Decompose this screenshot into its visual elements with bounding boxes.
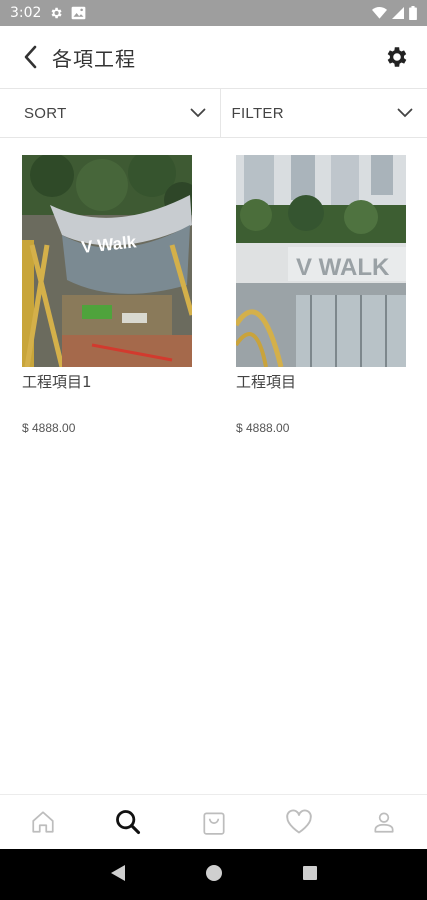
status-time: 3:02 bbox=[10, 5, 42, 21]
settings-notification-icon bbox=[49, 6, 63, 20]
sort-dropdown[interactable]: SORT bbox=[0, 89, 220, 137]
user-icon bbox=[374, 812, 394, 833]
shopping-bag-icon bbox=[202, 812, 225, 835]
system-navigation-bar bbox=[0, 849, 427, 900]
product-title: 工程項目1 bbox=[22, 373, 92, 391]
product-price: $ 4888.00 bbox=[22, 421, 76, 435]
triangle-back-icon bbox=[110, 864, 125, 881]
product-image[interactable]: V WALK bbox=[236, 155, 406, 367]
nav-cart[interactable] bbox=[171, 795, 256, 849]
chevron-down-icon bbox=[190, 108, 205, 118]
system-home-button[interactable] bbox=[205, 864, 223, 886]
status-bar: 3:02 bbox=[0, 0, 427, 26]
page-title: 各項工程 bbox=[52, 46, 136, 71]
home-icon bbox=[32, 811, 54, 833]
nav-profile[interactable] bbox=[342, 795, 427, 849]
signal-icon bbox=[392, 7, 404, 19]
image-sign-text: V WALK bbox=[296, 254, 390, 281]
sort-label: SORT bbox=[24, 104, 67, 122]
app-header: 各項工程 bbox=[0, 26, 427, 88]
nav-search[interactable] bbox=[85, 795, 170, 849]
product-card[interactable]: V WALK 工程項目 $ 4888.00 bbox=[236, 155, 408, 435]
battery-icon bbox=[409, 6, 417, 20]
image-notification-icon bbox=[71, 6, 86, 20]
sort-filter-bar: SORT FILTER bbox=[0, 88, 427, 138]
chevron-down-icon bbox=[397, 108, 413, 118]
search-icon bbox=[116, 810, 141, 835]
chevron-left-icon bbox=[24, 45, 37, 69]
nav-home[interactable] bbox=[0, 795, 85, 849]
product-card[interactable]: V Walk 工程項目1 $ 4888.00 bbox=[22, 155, 194, 435]
heart-icon bbox=[286, 809, 312, 834]
back-button[interactable] bbox=[10, 37, 50, 77]
circle-home-icon bbox=[205, 864, 222, 881]
wifi-icon bbox=[372, 7, 387, 19]
product-image[interactable]: V Walk bbox=[22, 155, 192, 367]
nav-favorites[interactable] bbox=[256, 795, 341, 849]
gear-icon bbox=[387, 47, 407, 67]
filter-dropdown[interactable]: FILTER bbox=[219, 89, 427, 137]
settings-button[interactable] bbox=[379, 39, 415, 75]
system-back-button[interactable] bbox=[110, 864, 126, 886]
system-recents-button[interactable] bbox=[302, 865, 318, 885]
square-recents-icon bbox=[302, 865, 317, 880]
product-price: $ 4888.00 bbox=[236, 421, 290, 435]
product-title: 工程項目 bbox=[236, 373, 297, 391]
bottom-navigation bbox=[0, 794, 427, 849]
filter-label: FILTER bbox=[231, 104, 284, 122]
